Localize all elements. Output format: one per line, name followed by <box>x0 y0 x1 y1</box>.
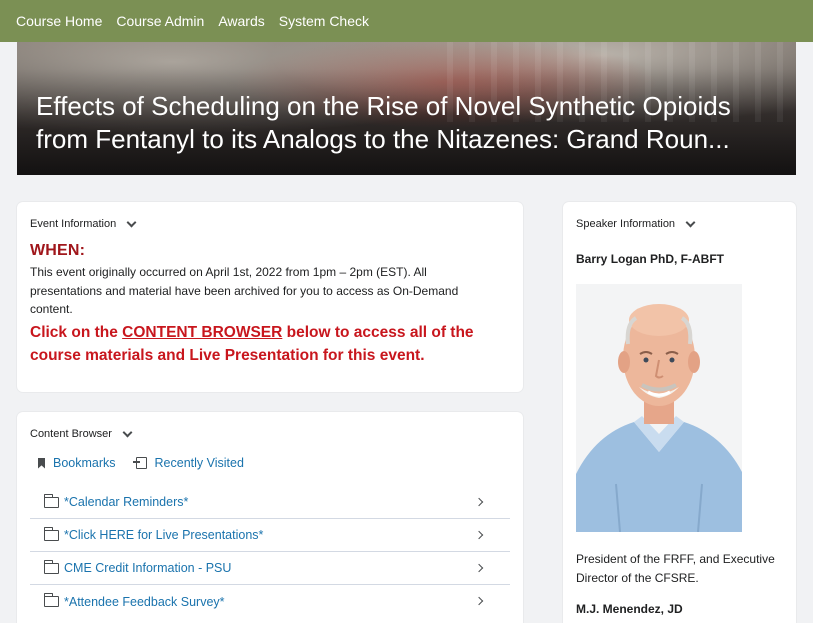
folder-icon <box>43 559 59 574</box>
recently-visited-link[interactable]: Recently Visited <box>132 456 244 470</box>
module-label: *Calendar Reminders* <box>64 495 189 509</box>
event-information-header[interactable]: Event Information <box>30 217 510 230</box>
content-browser-link[interactable]: CONTENT BROWSER <box>122 324 282 341</box>
chevron-down-icon[interactable] <box>685 217 696 228</box>
module-item-calendar-reminders[interactable]: *Calendar Reminders* <box>30 486 510 519</box>
nav-course-home[interactable]: Course Home <box>16 13 102 29</box>
module-label: CME Credit Information - PSU <box>64 561 232 575</box>
speaker-bio: President of the FRFF, and Executive Dir… <box>576 552 775 585</box>
content-browser-header[interactable]: Content Browser <box>30 427 510 440</box>
content-browser-callout: Click on the CONTENT BROWSER below to ac… <box>30 323 474 364</box>
when-heading: WHEN: <box>30 242 86 259</box>
folder-icon <box>43 493 59 508</box>
bookmarks-label: Bookmarks <box>53 456 116 470</box>
chevron-right-icon <box>474 596 484 606</box>
nav-awards[interactable]: Awards <box>218 13 264 29</box>
event-description: This event originally occurred on April … <box>30 265 459 316</box>
chevron-down-icon[interactable] <box>122 427 133 438</box>
bookmarks-link[interactable]: Bookmarks <box>30 456 116 470</box>
chevron-right-icon <box>474 530 484 540</box>
speaker-information-widget: Speaker Information Barry Logan PhD, F-A… <box>563 202 796 623</box>
chevron-right-icon <box>474 497 484 507</box>
course-title: Effects of Scheduling on the Rise of Nov… <box>36 91 731 154</box>
top-navigation: Course Home Course Admin Awards System C… <box>0 0 813 42</box>
recently-visited-label: Recently Visited <box>154 456 244 470</box>
module-label: *Click HERE for Live Presentations* <box>64 528 264 542</box>
speaker-name: Barry Logan PhD, F-ABFT <box>576 252 725 266</box>
speaker-information-title: Speaker Information <box>576 218 676 230</box>
module-label: *Attendee Feedback Survey* <box>64 594 225 609</box>
content-browser-title: Content Browser <box>30 428 112 440</box>
speaker-photo <box>576 284 742 532</box>
recently-visited-icon <box>132 457 147 469</box>
speaker-name-2: M.J. Menendez, JD <box>576 602 683 616</box>
module-item-cme-credit[interactable]: CME Credit Information - PSU <box>30 552 510 585</box>
event-information-title: Event Information <box>30 218 117 230</box>
module-item-live-presentations[interactable]: *Click HERE for Live Presentations* <box>30 519 510 552</box>
course-banner: Effects of Scheduling on the Rise of Nov… <box>17 42 796 175</box>
chevron-right-icon <box>474 563 484 573</box>
folder-icon <box>43 526 59 541</box>
module-item-feedback-survey[interactable]: *Attendee Feedback Survey* <box>30 585 510 618</box>
event-information-widget: Event Information WHEN: This event origi… <box>17 202 523 392</box>
folder-icon <box>43 593 59 607</box>
chevron-down-icon[interactable] <box>126 217 137 228</box>
nav-system-check[interactable]: System Check <box>279 13 369 29</box>
nav-course-admin[interactable]: Course Admin <box>116 13 204 29</box>
speaker-information-header[interactable]: Speaker Information <box>576 217 783 230</box>
bookmark-icon <box>38 457 45 469</box>
